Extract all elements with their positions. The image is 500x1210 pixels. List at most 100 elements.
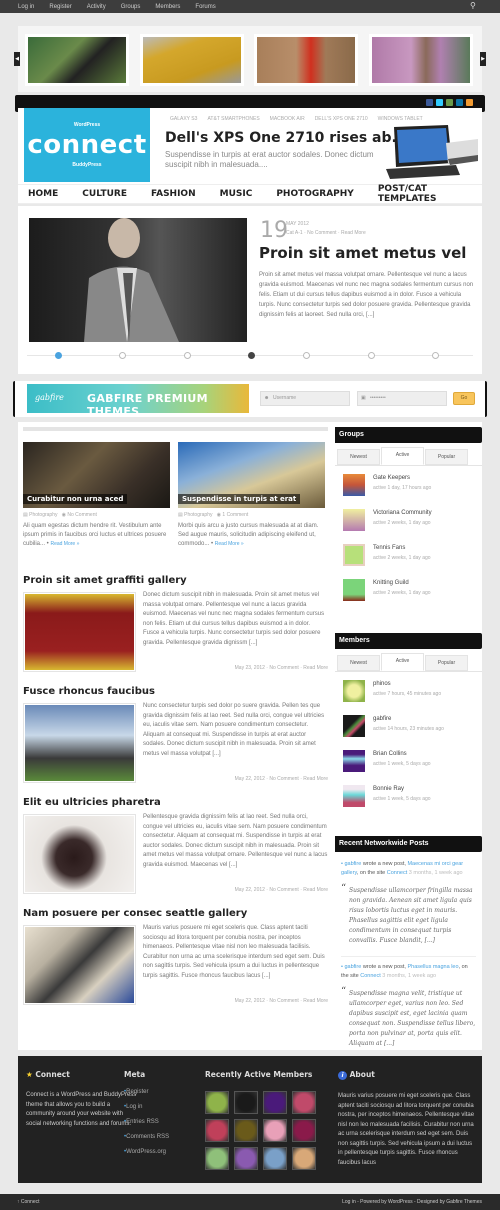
- group-name[interactable]: Tennis Fans: [373, 545, 405, 551]
- group-avatar[interactable]: [343, 579, 365, 601]
- card-image[interactable]: Curabitur non urna aced: [23, 442, 170, 508]
- member-avatar[interactable]: [205, 1119, 229, 1142]
- card-image[interactable]: Suspendisse in turpis at erat: [178, 442, 325, 508]
- post-thumbnail[interactable]: [23, 592, 136, 672]
- pause-icon[interactable]: [248, 352, 255, 359]
- member-avatar[interactable]: [343, 750, 365, 772]
- member-avatar[interactable]: [263, 1147, 287, 1170]
- topbar-link-register[interactable]: Register: [49, 4, 71, 10]
- member-name[interactable]: Bonnie Ray: [373, 786, 404, 792]
- nav-item-photography[interactable]: PHOTOGRAPHY: [276, 189, 354, 199]
- post-thumbnail[interactable]: [23, 925, 136, 1005]
- read-more-link[interactable]: Read More »: [215, 541, 244, 547]
- group-name[interactable]: Gate Keepers: [373, 475, 410, 481]
- member-avatar[interactable]: [234, 1147, 258, 1170]
- post-title[interactable]: Fusce rhoncus faucibus: [23, 686, 328, 697]
- post-title[interactable]: Proin sit amet graffiti gallery: [23, 575, 328, 586]
- search-icon[interactable]: ⚲: [470, 2, 478, 10]
- rss-icon[interactable]: [466, 99, 473, 106]
- linkedin-icon[interactable]: [456, 99, 463, 106]
- post-meta[interactable]: May 22, 2012 · No Comment · Read More: [235, 998, 328, 1004]
- meta-link-login[interactable]: Log in: [124, 1104, 194, 1110]
- carousel-thumb[interactable]: [369, 34, 473, 86]
- slider-dot[interactable]: [55, 352, 62, 359]
- tab-active[interactable]: Active: [381, 447, 424, 465]
- post-meta[interactable]: May 22, 2012 · No Comment · Read More: [235, 776, 328, 782]
- tab-popular[interactable]: Popular: [425, 449, 468, 465]
- tab-active[interactable]: Active: [381, 653, 424, 671]
- card-caption[interactable]: Curabitur non urna aced: [23, 494, 128, 504]
- password-input[interactable]: ▣ •••••••••: [357, 391, 447, 406]
- post-meta[interactable]: May 23, 2012 · No Comment · Read More: [235, 665, 328, 671]
- nav-item-fashion[interactable]: FASHION: [151, 189, 196, 199]
- meta-link-entries-rss[interactable]: Entries RSS: [124, 1119, 194, 1125]
- header-link[interactable]: WINDOWS TABLET: [378, 116, 423, 122]
- topbar-link-forums[interactable]: Forums: [195, 4, 215, 10]
- header-link[interactable]: MACBOOK AIR: [270, 116, 305, 122]
- carousel-thumb[interactable]: [140, 34, 244, 86]
- topbar-link-login[interactable]: Log in: [18, 4, 34, 10]
- post-thumbnail[interactable]: [23, 814, 136, 894]
- chevron-left-icon[interactable]: ◀: [14, 52, 20, 66]
- topbar-link-groups[interactable]: Groups: [121, 4, 141, 10]
- slide-title[interactable]: Proin sit amet metus vel: [259, 244, 466, 262]
- slider-dot[interactable]: [119, 352, 126, 359]
- card-comments[interactable]: 1 Comment: [222, 512, 248, 518]
- slider-dot[interactable]: [432, 352, 439, 359]
- username-input[interactable]: ☻ Username: [260, 391, 350, 406]
- post-thumbnail[interactable]: [23, 703, 136, 783]
- member-avatar[interactable]: [292, 1147, 316, 1170]
- post-link[interactable]: Phasellus magna leo: [407, 964, 458, 970]
- card-comments[interactable]: No Comment: [67, 512, 96, 518]
- group-avatar[interactable]: [343, 474, 365, 496]
- carousel-thumb[interactable]: [25, 34, 129, 86]
- tab-newest[interactable]: Newest: [337, 655, 380, 671]
- go-button[interactable]: Go: [453, 392, 475, 405]
- ad-banner[interactable]: gabfire GABFIRE PREMIUM THEMES: [27, 384, 249, 418]
- facebook-icon[interactable]: [426, 99, 433, 106]
- post-author-link[interactable]: gabfire: [344, 861, 361, 867]
- credits[interactable]: Log in - Powered by WordPress - Designed…: [342, 1199, 482, 1205]
- group-name[interactable]: Victoriana Community: [373, 510, 432, 516]
- member-avatar[interactable]: [234, 1119, 258, 1142]
- nav-item-home[interactable]: HOME: [28, 189, 58, 199]
- member-name[interactable]: gabfire: [373, 716, 391, 722]
- group-avatar[interactable]: [343, 544, 365, 566]
- nav-item-music[interactable]: MUSIC: [220, 189, 253, 199]
- member-avatar[interactable]: [292, 1091, 316, 1114]
- site-logo[interactable]: WordPress connect BuddyPress: [24, 108, 150, 182]
- google-icon[interactable]: [446, 99, 453, 106]
- member-avatar[interactable]: [292, 1119, 316, 1142]
- featured-title[interactable]: Dell's XPS One 2710 rises ab...: [165, 130, 407, 146]
- chevron-right-icon[interactable]: ▶: [480, 52, 486, 66]
- post-author-link[interactable]: gabfire: [344, 964, 361, 970]
- member-avatar[interactable]: [343, 785, 365, 807]
- header-link[interactable]: GALAXY S3: [170, 116, 197, 122]
- nav-item-post-cat-templates[interactable]: POST/CAT TEMPLATES: [378, 184, 458, 204]
- member-name[interactable]: Brian Collins: [373, 751, 407, 757]
- slider-dot[interactable]: [184, 352, 191, 359]
- site-link[interactable]: Connect: [387, 870, 408, 876]
- card-category[interactable]: Photography: [29, 512, 57, 518]
- meta-link-comments-rss[interactable]: Comments RSS: [124, 1134, 194, 1140]
- member-avatar[interactable]: [343, 715, 365, 737]
- member-avatar[interactable]: [263, 1119, 287, 1142]
- post-title[interactable]: Elit eu ultricies pharetra: [23, 797, 328, 808]
- member-avatar[interactable]: [205, 1091, 229, 1114]
- member-avatar[interactable]: [205, 1147, 229, 1170]
- twitter-icon[interactable]: [436, 99, 443, 106]
- slide-image[interactable]: [29, 218, 247, 342]
- slider-dot[interactable]: [368, 352, 375, 359]
- topbar-link-activity[interactable]: Activity: [87, 4, 106, 10]
- read-more-link[interactable]: Read More »: [50, 541, 79, 547]
- meta-link-wordpress[interactable]: WordPress.org: [124, 1149, 194, 1155]
- back-to-top-link[interactable]: ↑ Connect: [17, 1199, 40, 1205]
- slider-dot[interactable]: [303, 352, 310, 359]
- member-avatar[interactable]: [263, 1091, 287, 1114]
- card-category[interactable]: Photography: [184, 512, 212, 518]
- post-title[interactable]: Nam posuere per consec seattle gallery: [23, 908, 328, 919]
- member-avatar[interactable]: [234, 1091, 258, 1114]
- card-caption[interactable]: Suspendisse in turpis at erat: [178, 494, 301, 504]
- slide-meta[interactable]: Cat A-1 · No Comment · Read More: [286, 230, 366, 236]
- header-link[interactable]: AT&T SMARTPHONES: [207, 116, 259, 122]
